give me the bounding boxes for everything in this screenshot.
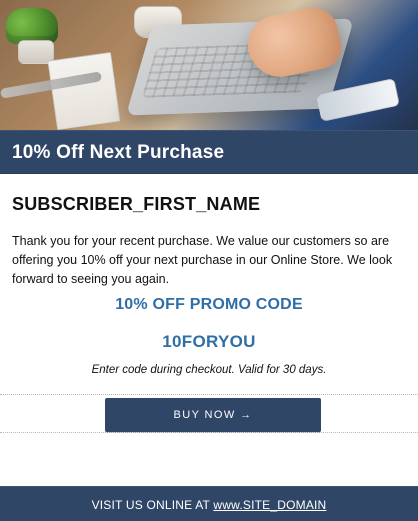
footer-prefix: VISIT US ONLINE AT (91, 498, 214, 512)
notebook-graphic (47, 51, 121, 131)
email-frame: 10% Off Next Purchase SUBSCRIBER_FIRST_N… (0, 0, 418, 521)
footer-line: VISIT US ONLINE AT www.SITE_DOMAIN (0, 498, 418, 512)
email-title: 10% Off Next Purchase (12, 142, 225, 163)
site-domain-link[interactable]: www.SITE_DOMAIN (213, 498, 326, 512)
hero-image (0, 0, 418, 131)
title-bar: 10% Off Next Purchase (0, 130, 418, 174)
buy-now-button[interactable]: BUY NOW → (105, 398, 321, 432)
divider-bottom (0, 432, 418, 434)
promo-code-label: 10% OFF PROMO CODE (115, 296, 303, 313)
message-text: Thank you for your recent purchase. We v… (12, 234, 393, 286)
subscriber-name: SUBSCRIBER_FIRST_NAME (12, 194, 261, 214)
divider-top (0, 394, 418, 396)
footer-bar: VISIT US ONLINE AT www.SITE_DOMAIN (0, 486, 418, 521)
promo-code-value: 10FORYOU (162, 332, 256, 351)
buy-now-label: BUY NOW → (173, 409, 253, 421)
plant-graphic (6, 8, 58, 44)
promo-code-note: Enter code during checkout. Valid for 30… (91, 364, 327, 376)
email-content: SUBSCRIBER_FIRST_NAME Thank you for your… (0, 172, 418, 521)
